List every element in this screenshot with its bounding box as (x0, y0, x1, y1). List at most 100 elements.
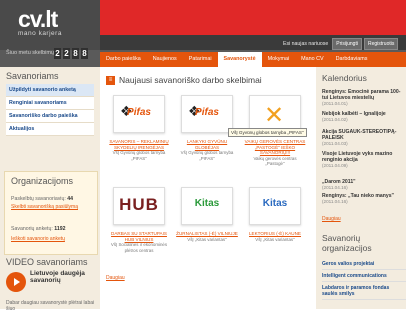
card-title[interactable]: VAIKŲ GEROVĖS CENTRAS „PASTOGĖ" IEŠKO SA… (244, 139, 306, 156)
card-title[interactable]: DARBAS SU STARTUPAIS HUB VILNIUS (108, 231, 170, 242)
card-title[interactable]: LANKYKI GYVŪNU GLOBĖJAS (176, 139, 238, 150)
card-title[interactable]: LEKTORIUS (-Ė) KAUNE (244, 231, 306, 237)
card-organization: VšĮ Socialinės ir ekonominės plėtros cen… (110, 242, 168, 253)
event-date: (2011.04.16) (322, 185, 348, 190)
menu-item-fill-form[interactable]: Užpildyti savanorio anketą (6, 84, 94, 97)
menu-item-events[interactable]: Renginiai savanoriams (6, 97, 94, 110)
logo-tooltip: VšĮ Gyvūnų globos tarnyba „PIFAS" (228, 128, 307, 137)
card-organization: Vaikų gerovės centras „Pastogė" (253, 155, 297, 167)
login-button[interactable]: Prisijungti (332, 38, 362, 50)
card-organization: VšĮ „Kitas variantas" (187, 236, 227, 242)
more-events-link[interactable]: Daugiau (322, 216, 341, 222)
calendar-event[interactable]: Renginys: „Tau nieko manys" (2011.04.16) (322, 193, 406, 205)
member-prompt: Esi naujas nariuose (283, 41, 329, 47)
org-link[interactable]: Geros valios projektai (322, 259, 406, 270)
nav-tab-employers[interactable]: Darbdaviams (330, 52, 374, 67)
event-date: (2011.04.03) (322, 141, 348, 146)
posted-count: Paskelbtų savanoriavių: 44 (11, 196, 73, 202)
counter-digit: 2 (63, 48, 70, 59)
event-title[interactable]: Visoje Lietuvoje vyks mazino renginio ak… (322, 151, 406, 163)
calendar-event[interactable]: „Darom 2011" (2011.04.16) (322, 179, 406, 191)
main-nav: Darbo paieška Naujienos Patarimai Savano… (100, 52, 406, 67)
site-logo[interactable]: cv.lt (18, 6, 58, 33)
card-logo[interactable]: ❖ Pifas (181, 95, 233, 133)
forms-count: Savanorių anketų: 1192 (11, 226, 66, 232)
card-title[interactable]: ŽURNALISTAS (-Ė) VILNIUJE (176, 231, 238, 237)
job-card[interactable]: Kitas LEKTORIUS (-Ė) KAUNE VšĮ „Kitas va… (244, 187, 306, 242)
volunteers-title: Savanoriams (6, 71, 59, 81)
event-date: (2011.04.16) (322, 199, 348, 204)
logo-text: Pifas (127, 107, 151, 118)
nav-tab-volunteering[interactable]: Savanorystė (217, 52, 262, 67)
logo-text: Kitas (194, 198, 220, 209)
job-counter: 2 2 8 8 (54, 48, 88, 59)
video-title: VIDEO savanoriams (6, 257, 88, 267)
more-jobs-link[interactable]: Daugiau (106, 275, 125, 281)
site-logo-subtitle: mano karjera (18, 30, 62, 37)
calendar-title: Kalendorius (322, 73, 367, 83)
org-link[interactable]: Labdaros ir paramos fondas saulės smilys (322, 283, 406, 300)
top-banner (100, 0, 406, 35)
job-count-label: Šiuo metu skelbimų (6, 50, 54, 56)
shelter-logo-icon: ✕ (264, 102, 285, 129)
job-card[interactable]: Kitas ŽURNALISTAS (-Ė) VILNIUJE VšĮ „Kit… (176, 187, 238, 242)
job-card[interactable]: ❖ Pifas SAVANORIS – REKLAMINIŲ SKYDELIŲ … (108, 95, 170, 161)
org-section-title: Savanorių organizacijos (322, 233, 372, 253)
search-forms-link[interactable]: Ieškoti savanorio anketų (11, 236, 65, 242)
volunteers-menu: Užpildyti savanorio anketą Renginiai sav… (6, 84, 94, 136)
forms-label: Savanorių anketų: (11, 226, 53, 232)
video-headline[interactable]: Lietuvoje daugėja savanorių (30, 270, 96, 284)
nav-tab-my-cv[interactable]: Mano CV (295, 52, 329, 67)
event-title[interactable]: Renginys: Emocinė parama 100-tui Lietuvo… (322, 89, 406, 101)
logo-text: Pifas (195, 107, 219, 118)
calendar-event[interactable]: Visoje Lietuvoje vyks mazino renginio ak… (322, 151, 406, 169)
account-bar: Esi naujas nariuose Prisijungti Registru… (283, 38, 399, 50)
org-link[interactable]: Intelligent communications (322, 271, 406, 282)
posted-value: 44 (67, 196, 74, 202)
section-header: ≡ Naujausi savanoriško darbo skelbimai (106, 75, 262, 85)
nav-tab-training[interactable]: Mokymai (262, 52, 296, 67)
organizations-title: Organizacijoms (11, 176, 74, 186)
card-organization: VšĮ „Kitas variantas" (255, 236, 295, 242)
menu-item-job-search[interactable]: Savanoriško darbo paieška (6, 110, 94, 123)
card-organization: VšĮ Gyvūnų globos tarnyba „PIFAS" (112, 150, 166, 161)
logo-area[interactable]: cv.lt mano karjera (0, 0, 100, 50)
left-sidebar: Savanoriams Užpildyti savanorio anketą R… (0, 67, 100, 312)
list-icon: ≡ (106, 75, 115, 85)
calendar-event[interactable]: Akcija SUGAUK-STEREOTIPĄ-PALEISK (2011.0… (322, 129, 406, 147)
event-date: (2011.04.01) (322, 101, 348, 106)
video-item[interactable]: Lietuvoje daugėja savanorių Dabar daugia… (6, 270, 96, 312)
right-sidebar: Kalendorius Renginys: Emocinė parama 100… (316, 67, 406, 309)
site-header: cv.lt mano karjera Šiuo metu skelbimų 2 … (0, 0, 406, 67)
event-title[interactable]: Akcija SUGAUK-STEREOTIPĄ-PALEISK (322, 129, 406, 141)
event-date: (2011.04.09) (322, 163, 348, 168)
counter-digit: 8 (72, 48, 79, 59)
card-logo[interactable]: Kitas (249, 187, 301, 225)
card-logo[interactable]: ❖ Pifas (113, 95, 165, 133)
calendar-event[interactable]: Nebijok kalbėti – Ignalijoje (2011.04.02… (322, 111, 406, 123)
counter-digit: 8 (81, 48, 88, 59)
card-logo[interactable]: Kitas (181, 187, 233, 225)
job-card[interactable]: HUB DARBAS SU STARTUPAIS HUB VILNIUS VšĮ… (108, 187, 170, 253)
video-description: Dabar daugiau savanorystė plėtrai labai … (6, 300, 95, 312)
nav-tab-job-search[interactable]: Darbo paieška (100, 52, 147, 67)
card-organization: VšĮ Gyvūnų globos tarnyba „PIFAS" (180, 150, 234, 161)
section-title: Naujausi savanoriško darbo skelbimai (119, 75, 262, 85)
event-date: (2011.04.02) (322, 117, 348, 122)
menu-item-news[interactable]: Aktualijos (6, 123, 94, 136)
card-title[interactable]: SAVANORIS – REKLAMINIŲ SKYDELIŲ IRENGĖJA… (108, 139, 170, 150)
volunteers-box: Savanoriams Užpildyti savanorio anketą R… (6, 71, 94, 136)
organizations-box: Organizacijoms Paskelbtų savanoriavių: 4… (4, 171, 98, 255)
card-logo[interactable]: HUB (113, 187, 165, 225)
play-icon[interactable] (6, 272, 26, 292)
logo-text: HUB (119, 195, 159, 214)
logo-text: Kitas (262, 198, 288, 209)
main-content: ≡ Naujausi savanoriško darbo skelbimai ❖… (102, 67, 310, 309)
nav-tab-news[interactable]: Naujienos (147, 52, 183, 67)
post-offer-link[interactable]: Skelbti savanorišką pasiūlymą (11, 204, 78, 210)
register-button[interactable]: Registruotis (363, 38, 399, 50)
counter-digit: 2 (54, 48, 61, 59)
forms-value: 1192 (54, 226, 66, 232)
nav-tab-tips[interactable]: Patarimai (183, 52, 218, 67)
calendar-event[interactable]: Renginys: Emocinė parama 100-tui Lietuvo… (322, 89, 406, 107)
